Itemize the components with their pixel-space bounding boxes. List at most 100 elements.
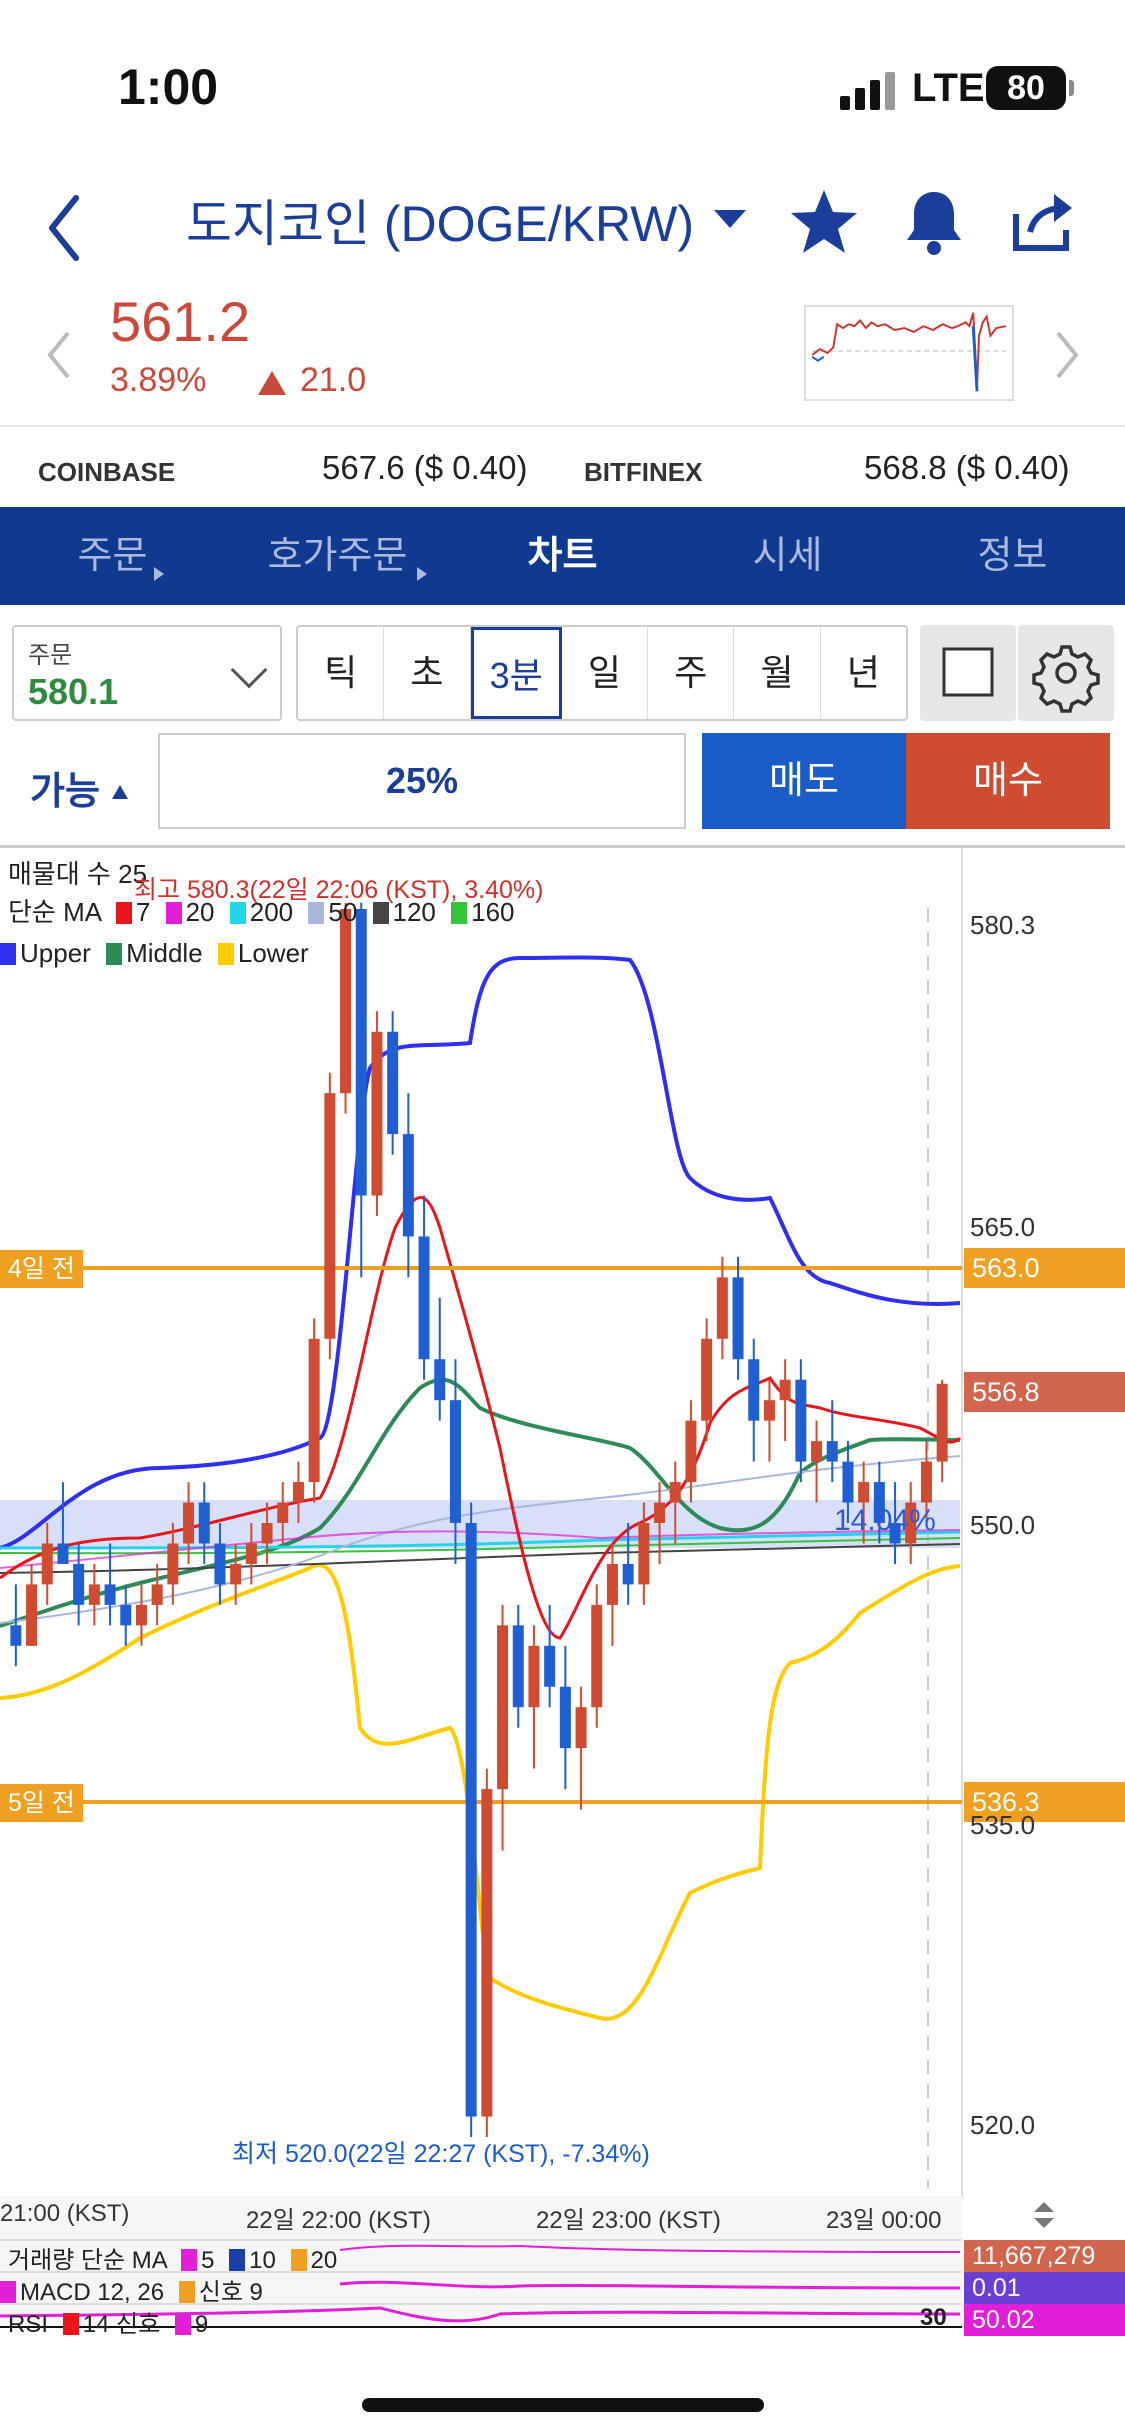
change-percent: 3.89% [110,361,207,399]
candle-body [41,1543,53,1585]
bb-lower-swatch [217,943,234,965]
bell-icon[interactable] [896,184,972,260]
quantity-ratio[interactable]: 25% [158,733,686,829]
interval-week[interactable]: 주 [648,627,735,719]
candle-body [104,1584,116,1605]
exchange-name: COINBASE [38,457,176,487]
star-icon[interactable] [786,184,862,260]
interval-second[interactable]: 초 [384,627,471,719]
square-icon [942,647,994,697]
candle-body [292,1482,304,1503]
candle-body [544,1645,556,1687]
candle-body [418,1236,430,1360]
candle-body [606,1563,618,1605]
rsi-level: 30 [920,2304,947,2331]
tab-order[interactable]: 주문 [0,507,225,605]
current-price-tag: 556.8 [964,1372,1125,1412]
macd-label: MACD 12, 26 [20,2279,165,2306]
candle-body [591,1604,603,1708]
rsi-signal-label: 9 [194,2311,209,2338]
back-chevron-icon[interactable] [40,188,100,268]
candle-body [811,1441,823,1462]
candle-body [936,1383,948,1462]
candle-body [842,1461,854,1503]
candle-body [779,1379,791,1401]
ma-title: 단순 MA [8,897,101,927]
interval-tick[interactable]: 틱 [298,627,385,719]
interval-3min[interactable]: 3분 [470,627,562,719]
interval-selector: 틱 초 3분 일 주 월 년 [296,625,908,721]
bb-middle-swatch [106,943,123,965]
exchange-value: 567.6 ($ 0.40) [322,449,528,486]
buy-button[interactable]: 매수 [906,733,1110,829]
candle-body [26,1584,38,1646]
ma-7-swatch [115,902,132,924]
available-label[interactable]: 가능 [30,760,100,815]
status-time: 1:00 [118,59,219,115]
bb-lower-line [0,1563,961,2021]
y-tick: 550.0 [970,1510,1036,1540]
order-type-select[interactable]: 주문 580.1 [12,625,282,721]
candle-body [402,1134,414,1237]
interval-month[interactable]: 월 [734,627,821,719]
x-tick: 22일 23:00 (KST) [536,2207,721,2234]
page-title[interactable]: 도지코인 (DOGE/KRW) [186,184,694,256]
candle-body [497,1625,509,1790]
interval-year[interactable]: 년 [821,627,906,719]
settings-button[interactable] [1018,625,1114,721]
mini-sparkline[interactable] [804,305,1014,401]
tab-info[interactable]: 정보 [900,507,1125,605]
macd-indicator-row: MACD 12, 26 신호 9 [0,2272,263,2307]
y-tick: 520.0 [970,2110,1036,2140]
candle-body [512,1625,524,1708]
volume-ma20-label: 20 [310,2247,338,2274]
previous-arrow-icon[interactable] [40,325,80,385]
candle-body [716,1277,728,1339]
candle-body [167,1543,179,1585]
candle-body [654,1502,666,1523]
title-bar: 도지코인 (DOGE/KRW) [0,170,1125,290]
order-price: 580.1 [28,671,119,712]
candle-body [120,1604,132,1626]
candle-body [559,1686,571,1749]
high-price-note: 최고 580.3(22일 22:06 (KST), 3.40%) [134,876,544,904]
volume-value: 11,667,279 [964,2240,1125,2272]
next-arrow-icon[interactable] [1046,325,1086,385]
macd-swatch [0,2281,16,2303]
tab-orderbook[interactable]: 호가주문 [225,507,450,605]
candle-body [826,1441,838,1462]
candle-body [88,1584,100,1605]
bb-upper-swatch [0,943,16,965]
tab-chart[interactable]: 차트 [450,507,675,605]
interval-day[interactable]: 일 [562,627,649,719]
fullscreen-button[interactable] [920,625,1016,721]
tab-quotes[interactable]: 시세 [675,507,900,605]
y-tick: 565.0 [970,1212,1036,1242]
macd-value: 0.01 [964,2272,1125,2304]
sell-button[interactable]: 매도 [702,733,906,829]
low-price-note: 최저 520.0(22일 22:27 (KST), -7.34%) [232,2140,650,2168]
x-tick: 23일 00:00 [826,2207,942,2234]
candle-body [277,1502,289,1523]
rsi-swatch [62,2313,79,2335]
share-icon[interactable] [1004,184,1080,260]
submenu-indicator-icon [112,785,128,799]
candle-body [198,1502,210,1544]
candlestick-chart[interactable]: 매물대 수 25 단순 MA 7 20 200 50 120 160 최고 58… [0,845,1125,2338]
home-indicator[interactable] [362,2398,764,2412]
candle-body [261,1523,273,1544]
up-triangle-icon [258,371,286,395]
candle-body [340,908,352,1094]
bb-legend: Upper Middle Lower [0,938,309,969]
axis-resize-icon[interactable] [1030,2200,1058,2230]
candle-body [434,1359,446,1401]
volume-ma10-label: 10 [249,2247,276,2274]
candle-body [308,1338,320,1483]
dropdown-caret-icon[interactable] [714,210,746,228]
volume-indicator-row: 거래량 단순 MA 5 10 20 [8,2240,337,2275]
bb-upper-label: Upper [20,938,91,968]
volume-profile-percent: 14.04% [834,1504,936,1537]
macd-signal-swatch [178,2281,195,2303]
battery-icon: 80 [986,66,1074,110]
chart-canvas[interactable] [0,848,1125,2328]
